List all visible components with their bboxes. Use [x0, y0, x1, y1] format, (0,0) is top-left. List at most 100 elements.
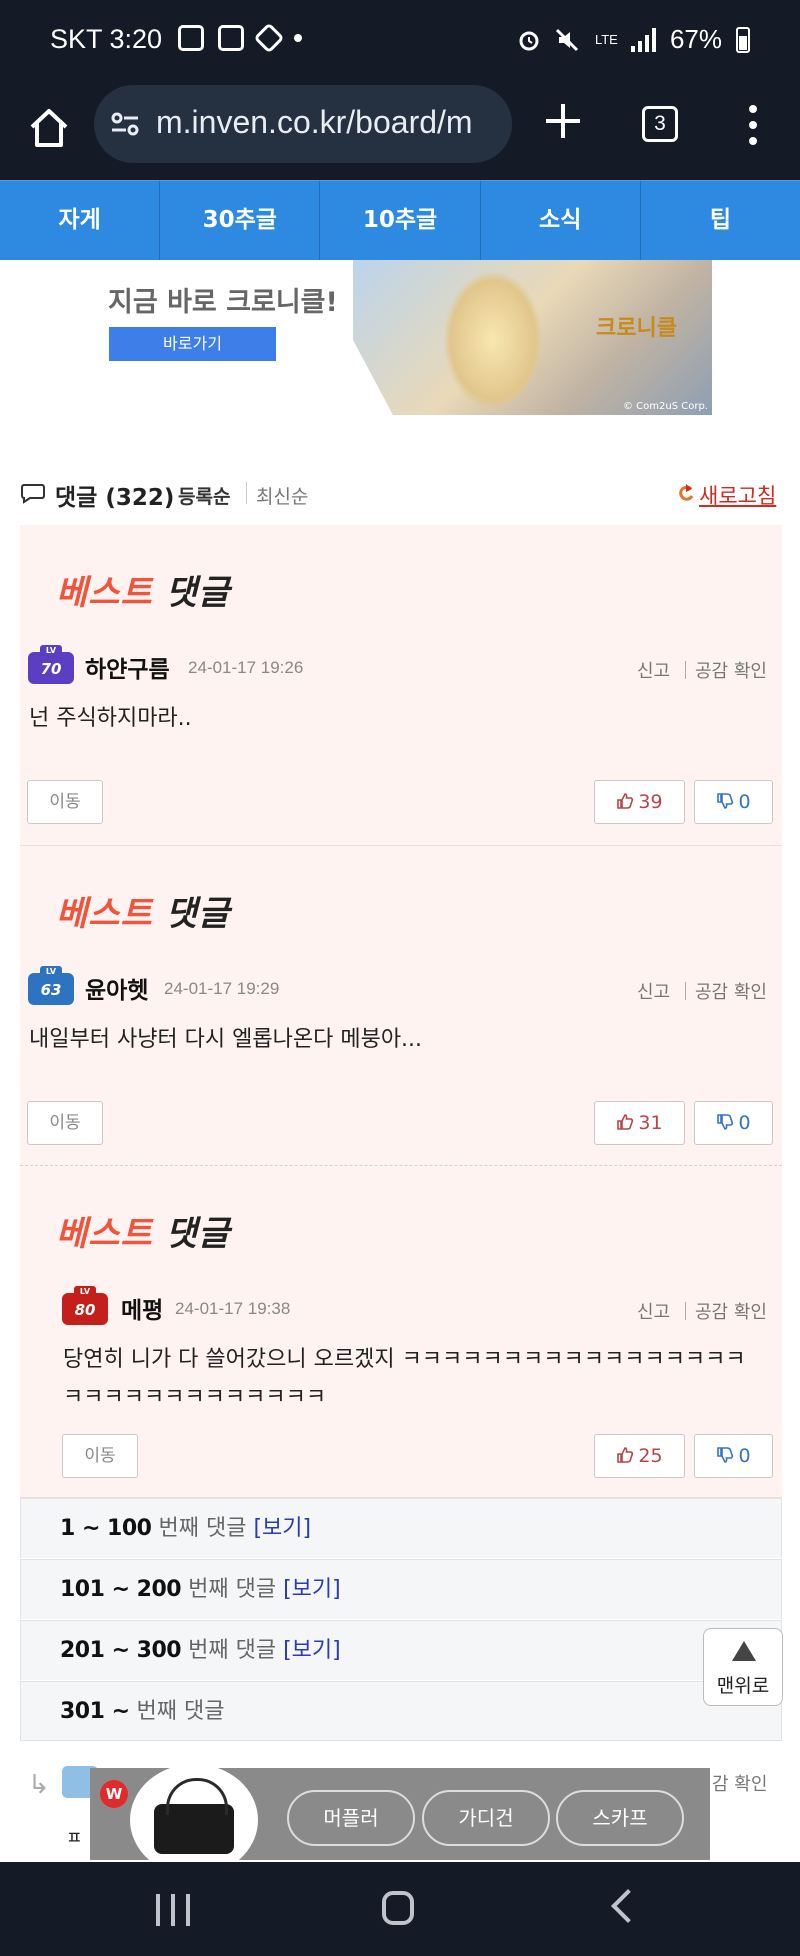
banner-game-logo: 크로니클 — [596, 316, 677, 341]
best-comment-label: 베스트 댓글 — [56, 573, 231, 613]
url-text[interactable]: m.inven.co.kr/board/m — [156, 104, 506, 141]
best-comment-label: 베스트 댓글 — [56, 1214, 231, 1254]
comment-text: ㅍ — [66, 1828, 83, 1849]
comment-author[interactable]: 하얀구름 — [85, 650, 170, 684]
network-type: LTE — [594, 32, 618, 47]
tab-news[interactable]: 소식 — [481, 181, 641, 260]
comment-text: 내일부터 사냥터 다시 엘롭나온다 메붕아... — [29, 1027, 423, 1052]
gallery-icon — [178, 25, 204, 51]
like-button[interactable]: 39 — [594, 780, 685, 824]
tab-tips[interactable]: 팁 — [641, 181, 800, 260]
move-button[interactable]: 이동 — [62, 1434, 138, 1478]
banner-character — [443, 270, 543, 410]
ad-chip-cardigan[interactable]: 가디건 — [422, 1790, 550, 1846]
banner-image[interactable]: 크로니클 © Com2uS Corp. — [353, 260, 712, 415]
like-button[interactable]: 25 — [594, 1434, 685, 1478]
banner-corner — [353, 340, 393, 415]
status-time: SKT 3:20 — [50, 24, 163, 54]
report-link[interactable]: 신고 — [637, 978, 670, 1004]
level-badge: 80 — [62, 1286, 108, 1325]
refresh-icon[interactable] — [677, 483, 695, 505]
app-notification-icon — [253, 22, 285, 54]
sort-by-latest[interactable]: 최신순 — [256, 482, 308, 509]
thumbs-up-icon — [617, 1447, 634, 1463]
comment-page-ranges: 1 ~ 100 번째 댓글 [보기] 101 ~ 200 번째 댓글 [보기] … — [20, 1498, 782, 1742]
best-comment-label: 베스트 댓글 — [56, 894, 231, 934]
empathy-link[interactable]: 공감 확인 — [695, 1298, 767, 1324]
comment-author[interactable]: 메평 — [121, 1291, 163, 1325]
refresh-link[interactable]: 새로고침 — [699, 480, 776, 510]
tab-switcher-button[interactable]: 3 — [642, 106, 678, 142]
comments-title: 댓글 (322) — [55, 485, 175, 511]
banner-headline: 지금 바로 크로니클! — [108, 287, 338, 318]
sort-by-registered[interactable]: 등록순 — [178, 482, 230, 509]
banner-ad[interactable]: 지금 바로 크로니클! 바로가기 크로니클 © Com2uS Corp. — [100, 260, 712, 415]
action-divider — [685, 661, 686, 679]
thumbs-down-icon — [717, 793, 734, 809]
tab-10-recommended[interactable]: 10추글 — [320, 181, 481, 260]
dislike-button[interactable]: 0 — [694, 1434, 773, 1478]
ad-brand-badge: W — [100, 1780, 128, 1808]
view-link[interactable]: [보기] — [283, 1638, 341, 1663]
ad-product-image[interactable] — [130, 1764, 258, 1876]
voip-icon — [218, 25, 244, 51]
site-settings-icon[interactable] — [110, 109, 140, 139]
more-notifications-icon — [294, 34, 302, 42]
back-icon[interactable] — [611, 1889, 645, 1923]
comment-text-line2: ㅋㅋㅋㅋㅋㅋㅋㅋㅋㅋㅋㅋㅋ — [63, 1385, 327, 1410]
range-item[interactable]: 101 ~ 200 번째 댓글 [보기] — [20, 1559, 782, 1619]
level-badge: 63 — [28, 966, 74, 1005]
notification-icons — [178, 22, 302, 54]
move-button[interactable]: 이동 — [27, 780, 103, 824]
best-comment: 베스트 댓글 63 윤아헷 24-01-17 19:29 신고 공감 확인 내일… — [20, 846, 782, 1166]
comment-text-line1: 당연히 니가 다 쓸어갔으니 오르겠지 ㅋㅋㅋㅋㅋㅋㅋㅋㅋㅋㅋㅋㅋㅋㅋㅋㅋ — [63, 1347, 746, 1372]
comments-header: 댓글 (322) 등록순 최신순 새로고침 — [20, 470, 782, 516]
status-bar: SKT 3:20 LTE 67% — [0, 0, 800, 85]
dislike-button[interactable]: 0 — [694, 1101, 773, 1145]
signal-icon — [630, 27, 656, 52]
range-item[interactable]: 1 ~ 100 번째 댓글 [보기] — [20, 1498, 782, 1558]
level-badge: 70 — [28, 645, 74, 684]
view-link[interactable]: [보기] — [253, 1516, 311, 1541]
speech-bubble-icon — [21, 484, 45, 504]
empathy-link[interactable]: 공감 확인 — [695, 657, 767, 683]
report-link[interactable]: 신고 — [637, 1298, 670, 1324]
board-nav-tabs: 자게 30추글 10추글 소식 팁 — [0, 180, 800, 260]
handbag-image — [154, 1778, 234, 1854]
thumbs-up-icon — [617, 1114, 634, 1130]
banner-cta-button[interactable]: 바로가기 — [109, 327, 276, 361]
action-divider — [685, 982, 686, 1000]
comment-text: 넌 주식하지마라.. — [29, 706, 192, 731]
range-item[interactable]: 201 ~ 300 번째 댓글 [보기] — [20, 1620, 782, 1680]
move-button[interactable]: 이동 — [27, 1101, 103, 1145]
tab-free-board[interactable]: 자게 — [0, 181, 161, 260]
comment-author[interactable]: 윤아헷 — [85, 971, 148, 1005]
banner-copyright: © Com2uS Corp. — [623, 401, 708, 412]
ad-chip-scarf[interactable]: 스카프 — [556, 1790, 684, 1846]
reply-arrow-icon: ↳ — [28, 1770, 50, 1800]
home-icon[interactable] — [26, 105, 72, 151]
battery-icon — [736, 26, 750, 53]
dislike-button[interactable]: 0 — [694, 780, 773, 824]
browser-toolbar: m.inven.co.kr/board/m 3 — [0, 85, 800, 180]
view-link[interactable]: [보기] — [283, 1577, 341, 1602]
range-item: 301 ~ 번째 댓글 — [20, 1681, 782, 1741]
tab-30-recommended[interactable]: 30추글 — [160, 181, 321, 260]
like-button[interactable]: 31 — [594, 1101, 685, 1145]
system-nav-bar — [0, 1862, 800, 1956]
best-comment: 베스트 댓글 70 하얀구름 24-01-17 19:26 신고 공감 확인 넌… — [20, 525, 782, 846]
battery-percent: 67% — [669, 24, 722, 54]
thumbs-up-icon — [617, 793, 634, 809]
report-link[interactable]: 신고 — [637, 657, 670, 683]
scroll-to-top-button[interactable]: 맨위로 — [703, 1628, 783, 1706]
action-divider — [685, 1302, 686, 1320]
home-button-icon[interactable] — [382, 1891, 414, 1925]
ad-chip-muffler[interactable]: 머플러 — [287, 1790, 415, 1846]
more-menu-icon[interactable] — [745, 105, 761, 145]
empathy-link[interactable]: 공감 확인 — [695, 978, 767, 1004]
empathy-link[interactable]: 감 확인 — [712, 1770, 767, 1796]
bottom-ad[interactable]: W 머플러 가디건 스카프 — [90, 1764, 710, 1876]
new-tab-icon[interactable] — [543, 101, 583, 141]
recent-apps-icon[interactable] — [156, 1894, 190, 1926]
address-bar[interactable]: m.inven.co.kr/board/m — [94, 85, 512, 163]
